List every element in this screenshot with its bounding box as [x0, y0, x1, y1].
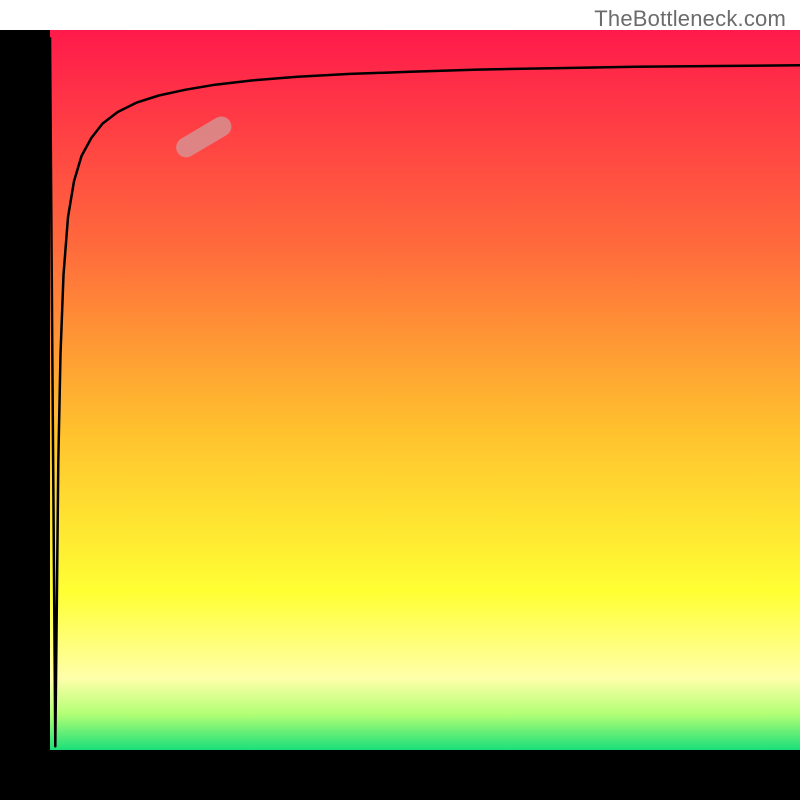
chart-canvas — [0, 0, 800, 800]
plot-background — [50, 30, 800, 750]
axis-left — [0, 30, 50, 750]
axis-bottom — [0, 750, 800, 800]
watermark-text: TheBottleneck.com — [594, 6, 786, 32]
